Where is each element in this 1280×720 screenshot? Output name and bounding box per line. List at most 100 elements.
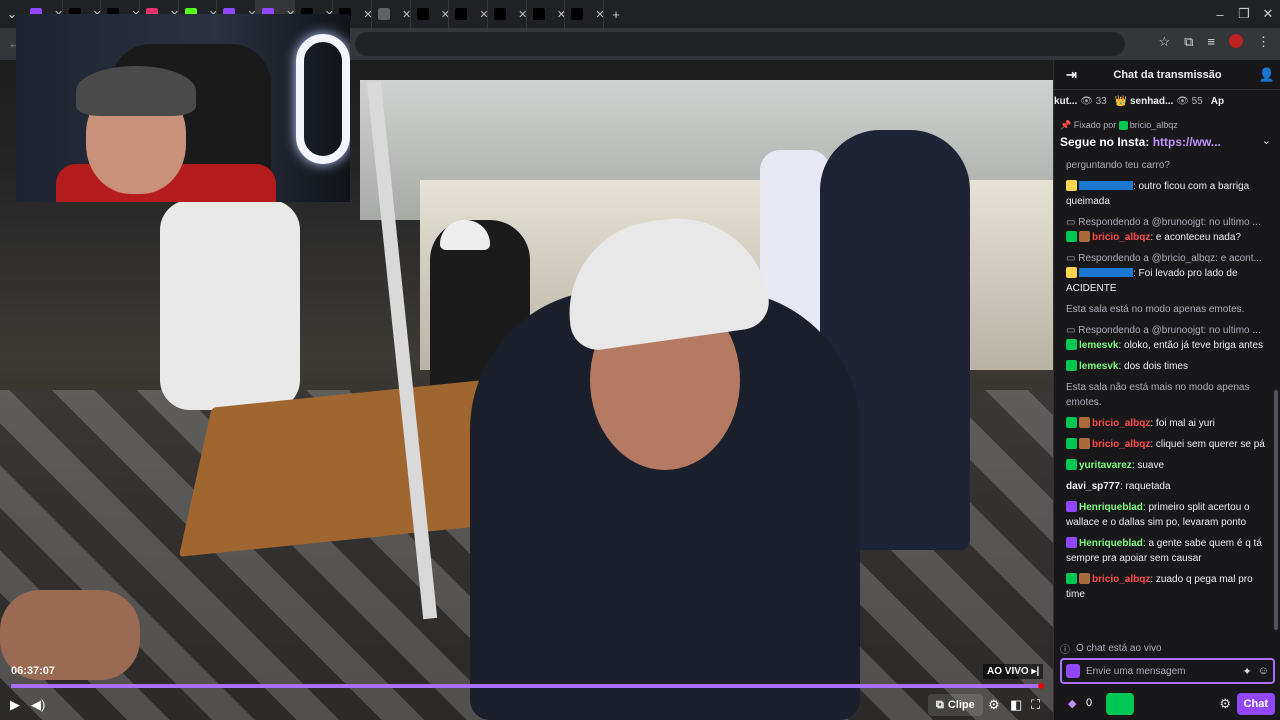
chat-title: Chat da transmissão (1113, 68, 1222, 81)
chat-username[interactable] (1079, 268, 1133, 277)
user-badge-icon (1066, 231, 1077, 242)
clip-button[interactable]: ⧉ Clipe (928, 694, 983, 716)
user-badge-icon (1066, 501, 1077, 512)
chat-message: davi_sp777: raquetada (1066, 479, 1269, 494)
user-badge-icon (1066, 180, 1077, 191)
browser-tab[interactable]: image✕ (372, 0, 411, 28)
chat-username[interactable]: Henriqueblad (1079, 502, 1143, 513)
chat-input[interactable]: Envie uma mensagem ✦ ☺ (1060, 658, 1275, 684)
chat-username[interactable]: bricio_albqz (1092, 439, 1150, 450)
close-tab-icon[interactable]: ✕ (363, 8, 371, 21)
reply-text: Respondendo a @brunoojgt: no ultimo ... (1078, 217, 1261, 228)
chat-username[interactable] (1079, 181, 1133, 190)
chat-reply-context: ▭ Respondendo a @brunoojgt: no ultimo ..… (1066, 323, 1269, 338)
bits-icon[interactable]: ✦ (1243, 665, 1252, 678)
progress-bar[interactable] (11, 683, 1044, 689)
info-icon: ⓘ (1060, 644, 1070, 656)
chat-message: yuritavarez: suave (1066, 458, 1269, 473)
leader-1[interactable]: kut... 👁 33 (1054, 96, 1107, 107)
play-icon[interactable]: ▶ (10, 697, 20, 713)
collapse-chat-icon[interactable]: ⇥ (1066, 67, 1077, 83)
chat-reply-context: ▭ Respondendo a @bricio_albqz: e acont..… (1066, 251, 1269, 266)
theatre-mode-icon[interactable]: ◧ (1010, 697, 1022, 713)
emote-icon[interactable]: ☺ (1258, 665, 1269, 678)
tiktok-icon (532, 8, 545, 20)
chat-username[interactable]: yuritavarez (1079, 460, 1132, 471)
close-tab-icon[interactable]: ✕ (479, 8, 487, 21)
chat-system-message: Esta sala está no modo apenas emotes. (1066, 304, 1245, 315)
omnibox[interactable] (355, 32, 1125, 56)
chat-username[interactable]: davi_sp777 (1066, 481, 1120, 492)
channel-points-value: 0 (1086, 697, 1093, 709)
close-tab-icon[interactable]: ✕ (557, 8, 565, 21)
browser-tab[interactable]: x.com/✕ (411, 0, 450, 28)
browser-tab[interactable]: (99+) T✕ (527, 0, 566, 28)
user-badge-icon (1066, 573, 1077, 584)
video-person-left (160, 200, 300, 410)
chat-message: bricio_albqz: foi mal ai yuri (1066, 416, 1269, 431)
chat-message: : outro ficou com a barriga queimada (1066, 179, 1269, 209)
minimize-button[interactable]: – (1208, 7, 1232, 22)
chat-message: lemesvk: dos dois times (1066, 359, 1269, 374)
menu-kebab-icon[interactable]: ⋮ (1257, 34, 1270, 50)
browser-tab[interactable]: x.com/✕ (449, 0, 489, 28)
chat-message: Henriqueblad: primeiro split acertou o w… (1066, 500, 1269, 530)
pinned-by: 📌 Fixado por bricio_albqz (1060, 120, 1275, 131)
chat-live-status: ⓘ O chat está ao vivo (1060, 640, 1275, 656)
gift-leaderboard: kut... 👁 33 👑 senhad... 👁 55 Ap (1054, 90, 1280, 112)
chevron-down-icon[interactable]: ⌄ (1262, 134, 1271, 147)
chat-badge-icon (1066, 664, 1080, 678)
chat-username[interactable]: bricio_albqz (1092, 574, 1150, 585)
live-dot (1038, 683, 1044, 689)
bookmark-star-icon[interactable]: ☆ (1158, 34, 1170, 50)
chat-username[interactable]: bricio_albqz (1092, 418, 1150, 429)
close-tab-icon[interactable]: ✕ (595, 8, 603, 21)
volume-icon[interactable]: ◀) (31, 697, 45, 713)
streamer-hair (76, 66, 196, 116)
close-tab-icon[interactable]: ✕ (518, 8, 526, 21)
leader-3[interactable]: Ap (1211, 96, 1224, 107)
send-chat-button[interactable]: Chat (1236, 693, 1275, 715)
chat-panel: ⇥ Chat da transmissão 👤 kut... 👁 33 👑 se… (1053, 60, 1280, 720)
pinned-link[interactable]: https://ww... (1153, 135, 1221, 149)
profile-avatar[interactable] (1229, 34, 1243, 48)
chat-username[interactable]: lemesvk (1079, 361, 1118, 372)
x-icon (455, 8, 468, 20)
pinned-text-body: Segue no Insta: (1060, 135, 1153, 149)
pinned-message[interactable]: 📌 Fixado por bricio_albqz Segue no Insta… (1060, 120, 1275, 156)
close-window-button[interactable]: ✕ (1256, 6, 1280, 22)
clip-label: Clipe (947, 699, 975, 711)
maximize-button[interactable]: ❐ (1232, 6, 1256, 22)
chat-username[interactable]: Henriqueblad (1079, 538, 1143, 549)
extensions-icon[interactable]: ⧉ (1184, 34, 1193, 50)
reply-text: Respondendo a @bricio_albqz: e acont... (1078, 253, 1262, 264)
live-indicator[interactable]: AO VIVO ▸| (983, 664, 1044, 679)
fullscreen-icon[interactable]: ⛶ (1031, 697, 1040, 713)
user-badge-icon (1066, 360, 1077, 371)
community-icon[interactable]: 👤 (1259, 67, 1275, 83)
channel-points-icon[interactable]: ◆ (1068, 697, 1076, 710)
close-tab-icon[interactable]: ✕ (441, 8, 449, 21)
media-controls-icon[interactable]: ≡ (1207, 34, 1215, 50)
chat-message-text: : dos dois times (1118, 361, 1188, 372)
chat-message-text: : oloko, então já teve briga antes (1118, 340, 1264, 351)
chat-header: ⇥ Chat da transmissão 👤 (1054, 60, 1280, 90)
browser-tab[interactable]: TikTok✕ (565, 0, 604, 28)
chat-scrollbar[interactable] (1274, 390, 1278, 630)
settings-gear-icon[interactable]: ⚙ (988, 697, 1000, 713)
user-badge-icon (1066, 459, 1077, 470)
user-badge-icon (1066, 339, 1077, 350)
chat-username[interactable]: bricio_albqz (1092, 232, 1150, 243)
new-tab-button[interactable]: + (604, 7, 628, 22)
user-badge-icon (1079, 438, 1090, 449)
browser-tab[interactable]: x.com/✕ (488, 0, 527, 28)
reply-icon: ▭ (1066, 325, 1079, 336)
user-badge-icon (1066, 438, 1077, 449)
leader-2[interactable]: 👑 senhad... 👁 55 (1115, 96, 1203, 107)
gift-button[interactable] (1106, 693, 1134, 715)
close-tab-icon[interactable]: ✕ (402, 8, 410, 21)
chat-settings-icon[interactable]: ⚙ (1219, 696, 1231, 712)
chat-username[interactable]: lemesvk (1079, 340, 1118, 351)
chat-message: bricio_albqz: cliquei sem querer se pá (1066, 437, 1269, 452)
pinned-text: Segue no Insta: https://ww... (1060, 135, 1275, 149)
